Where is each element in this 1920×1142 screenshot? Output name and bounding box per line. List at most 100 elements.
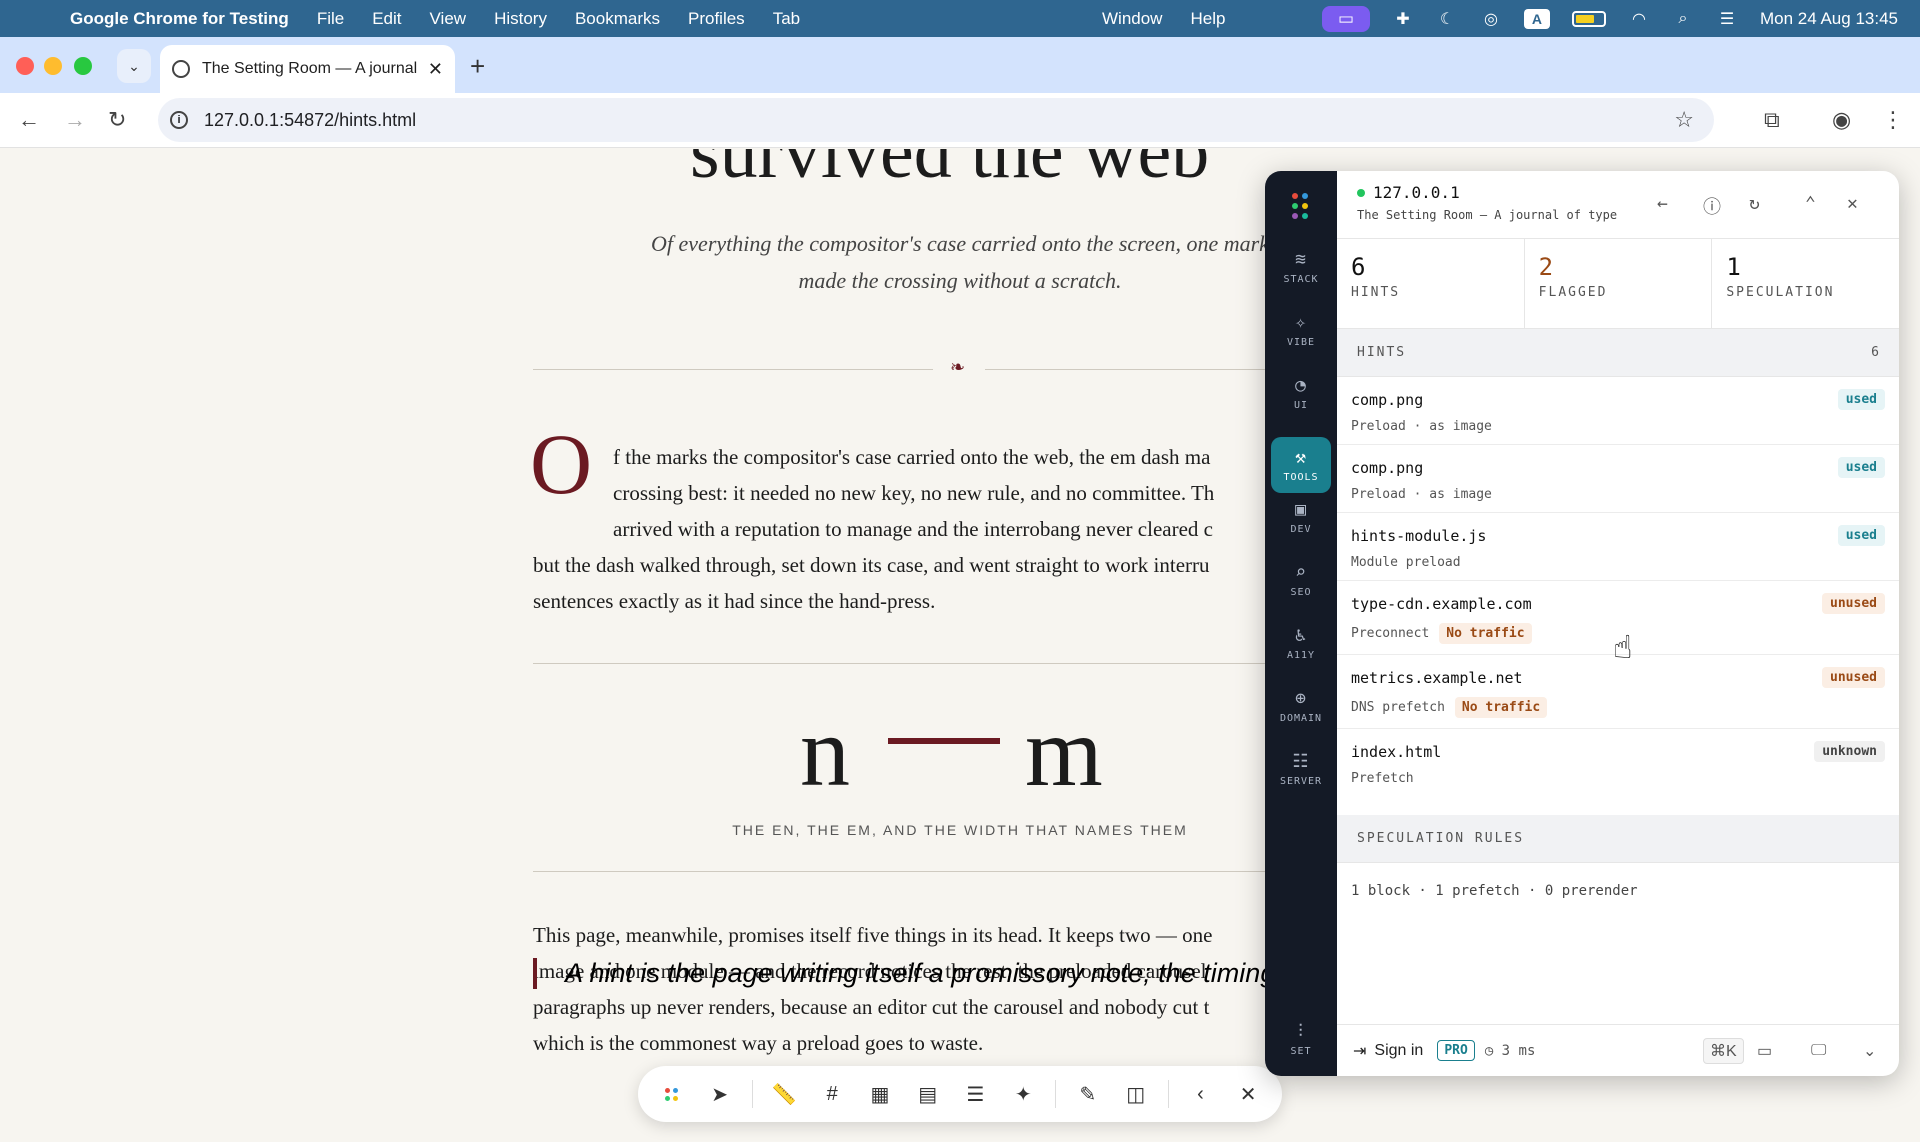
hint-row[interactable]: index.html Prefetch unknown bbox=[1337, 729, 1899, 803]
sign-in-link[interactable]: Sign in bbox=[1374, 1042, 1423, 1060]
site-info-icon[interactable]: i bbox=[170, 111, 188, 129]
menu-file[interactable]: File bbox=[317, 9, 344, 29]
spotlight-icon[interactable]: ⌕ bbox=[1672, 10, 1694, 28]
sparkle-icon[interactable]: ✦ bbox=[1003, 1073, 1043, 1115]
drag-handle-icon[interactable] bbox=[652, 1073, 692, 1115]
sync-icon[interactable]: ◎ bbox=[1480, 10, 1502, 28]
app-name-menu[interactable]: Google Chrome for Testing bbox=[70, 9, 289, 29]
stat-speculation[interactable]: 1 SPECULATION bbox=[1712, 239, 1899, 328]
panel-main: 127.0.0.1 The Setting Room — A journal o… bbox=[1337, 171, 1899, 1076]
toolbar-separator bbox=[1167, 1080, 1169, 1108]
status-dot bbox=[1357, 189, 1365, 197]
menu-window[interactable]: Window bbox=[1102, 9, 1162, 29]
sign-in-icon[interactable]: ⇥ bbox=[1353, 1041, 1366, 1061]
rail-dev[interactable]: ▣ DEV bbox=[1271, 489, 1331, 545]
rail-seo[interactable]: ⌕ SEO bbox=[1271, 552, 1331, 608]
collapse-chevron-icon[interactable]: ‹ bbox=[1181, 1073, 1221, 1115]
clock[interactable]: Mon 24 Aug 13:45 bbox=[1760, 9, 1898, 29]
rail-ui[interactable]: ◔ UI bbox=[1271, 365, 1331, 421]
menu-help[interactable]: Help bbox=[1190, 9, 1225, 29]
control-center-icon[interactable]: ☰ bbox=[1716, 10, 1738, 28]
pro-badge[interactable]: PRO bbox=[1437, 1040, 1475, 1061]
info-icon[interactable]: ⓘ bbox=[1703, 193, 1721, 219]
menu-tab[interactable]: Tab bbox=[773, 9, 800, 29]
toolbar-separator bbox=[751, 1080, 753, 1108]
floating-toolbar: ➤ 📏 # ▦ ▤ ☰ ✦ ✎ ◫ ‹ ✕ bbox=[638, 1066, 1282, 1122]
close-tab-icon[interactable]: ✕ bbox=[428, 59, 443, 80]
eyedropper-icon[interactable]: ✎ bbox=[1068, 1073, 1108, 1115]
chevron-down-icon[interactable]: ⌄ bbox=[1863, 1041, 1876, 1061]
profile-icon[interactable]: ◉ bbox=[1832, 107, 1851, 133]
extensions-puzzle-icon[interactable]: ⧉ bbox=[1764, 107, 1780, 133]
search-icon: ⌕ bbox=[1295, 562, 1307, 583]
rail-server[interactable]: ☷ SERVER bbox=[1271, 741, 1331, 797]
rail-tools[interactable]: ⚒ TOOLS bbox=[1271, 437, 1331, 493]
command-k-shortcut[interactable]: ⌘K bbox=[1703, 1037, 1744, 1064]
rail-settings[interactable]: ⫶ SET bbox=[1271, 1011, 1331, 1067]
table-icon[interactable]: ▤ bbox=[908, 1073, 948, 1115]
rail-vibe[interactable]: ✧ VIBE bbox=[1271, 302, 1331, 358]
camera-icon[interactable]: ◫ bbox=[1116, 1073, 1156, 1115]
new-tab-icon[interactable]: + bbox=[470, 51, 485, 82]
reload-icon[interactable]: ↻ bbox=[108, 107, 126, 133]
stats-row: 6 HINTS 2 FLAGGED 1 SPECULATION bbox=[1337, 239, 1899, 329]
hint-row[interactable]: comp.png Preload · as image used bbox=[1337, 377, 1899, 445]
browser-tab[interactable]: The Setting Room — A journal of type ✕ bbox=[160, 45, 455, 93]
hint-row[interactable]: comp.png Preload · as image used bbox=[1337, 445, 1899, 513]
paragraph-2-line-1: This page, meanwhile, promises itself fi… bbox=[533, 923, 1213, 947]
address-bar[interactable]: i 127.0.0.1:54872/hints.html ☆ bbox=[158, 98, 1714, 142]
forward-icon[interactable]: → bbox=[64, 107, 86, 133]
minimize-window-button[interactable] bbox=[44, 57, 62, 75]
glyph-n: n bbox=[800, 696, 852, 807]
browser-toolbar: ← → ↻ i 127.0.0.1:54872/hints.html ☆ ⧉ ◉… bbox=[0, 93, 1920, 148]
refresh-icon[interactable]: ↻ bbox=[1749, 193, 1760, 214]
back-arrow-icon[interactable]: ← bbox=[1657, 193, 1668, 214]
ruler-icon[interactable]: 📏 bbox=[764, 1073, 804, 1115]
panel-header: 127.0.0.1 The Setting Room — A journal o… bbox=[1337, 171, 1899, 239]
hint-row[interactable]: metrics.example.net DNS prefetch No traff… bbox=[1337, 655, 1899, 729]
layout-grid-icon[interactable]: ▦ bbox=[860, 1073, 900, 1115]
tab-search-chevron-icon[interactable]: ⌄ bbox=[117, 49, 151, 83]
rail-stack[interactable]: ≋ STACK bbox=[1271, 239, 1331, 295]
numbered-list-icon[interactable]: ☰ bbox=[956, 1073, 996, 1115]
wifi-icon[interactable]: ◠ bbox=[1628, 10, 1650, 28]
kebab-menu-icon[interactable]: ⋮ bbox=[1882, 107, 1904, 133]
select-cursor-icon[interactable]: ➤ bbox=[700, 1073, 740, 1115]
display-icon[interactable]: 🖵 bbox=[1811, 1042, 1826, 1060]
inbox-icon[interactable]: ▭ bbox=[1757, 1041, 1772, 1061]
screen-share-icon[interactable]: ▭ bbox=[1321, 5, 1370, 32]
close-window-button[interactable] bbox=[16, 57, 34, 75]
moon-icon[interactable]: ☾ bbox=[1436, 10, 1458, 28]
menu-profiles[interactable]: Profiles bbox=[688, 9, 745, 29]
url-text: 127.0.0.1:54872/hints.html bbox=[204, 109, 417, 130]
figure-bottom-rule bbox=[533, 871, 1265, 872]
paragraph-1-line-5: sentences exactly as it had since the ha… bbox=[533, 589, 936, 613]
chevron-up-icon[interactable]: ⌃ bbox=[1805, 193, 1816, 214]
menu-history[interactable]: History bbox=[494, 9, 547, 29]
rail-domain[interactable]: ⊕ DOMAIN bbox=[1271, 678, 1331, 734]
status-badge: used bbox=[1837, 457, 1885, 478]
menu-bookmarks[interactable]: Bookmarks bbox=[575, 9, 660, 29]
no-traffic-badge: No traffic bbox=[1454, 697, 1548, 718]
menu-view[interactable]: View bbox=[430, 9, 467, 29]
close-panel-icon[interactable]: ✕ bbox=[1847, 193, 1858, 214]
paragraph-2-line-4: which is the commonest way a preload goe… bbox=[533, 1031, 984, 1055]
panel-nav-rail: ≋ STACK ✧ VIBE ◔ UI ⚒ TOOLS ▣ DEV ⌕ SEO ♿ A11Y … bbox=[1265, 171, 1337, 1076]
input-source-icon[interactable]: A bbox=[1523, 8, 1550, 29]
battery-icon[interactable] bbox=[1571, 10, 1606, 27]
hint-row[interactable]: hints-module.js Module preload used bbox=[1337, 513, 1899, 581]
grid-hash-icon[interactable]: # bbox=[812, 1073, 852, 1115]
glyph-m: m bbox=[1025, 696, 1105, 807]
rail-a11y[interactable]: ♿ A11Y bbox=[1271, 615, 1331, 671]
plus-cross-icon[interactable]: ✚ bbox=[1392, 10, 1414, 28]
tab-strip: ⌄ The Setting Room — A journal of type ✕… bbox=[0, 37, 1920, 93]
stat-hints[interactable]: 6 HINTS bbox=[1337, 239, 1525, 328]
pull-quote: A hint is the page writing itself a prom… bbox=[533, 958, 1379, 989]
menu-edit[interactable]: Edit bbox=[372, 9, 401, 29]
back-icon[interactable]: ← bbox=[18, 107, 40, 133]
toolbar-separator bbox=[1055, 1080, 1057, 1108]
stat-flagged[interactable]: 2 FLAGGED bbox=[1525, 239, 1713, 328]
close-toolbar-icon[interactable]: ✕ bbox=[1228, 1073, 1268, 1115]
zoom-window-button[interactable] bbox=[74, 57, 92, 75]
bookmark-star-icon[interactable]: ☆ bbox=[1674, 107, 1694, 133]
